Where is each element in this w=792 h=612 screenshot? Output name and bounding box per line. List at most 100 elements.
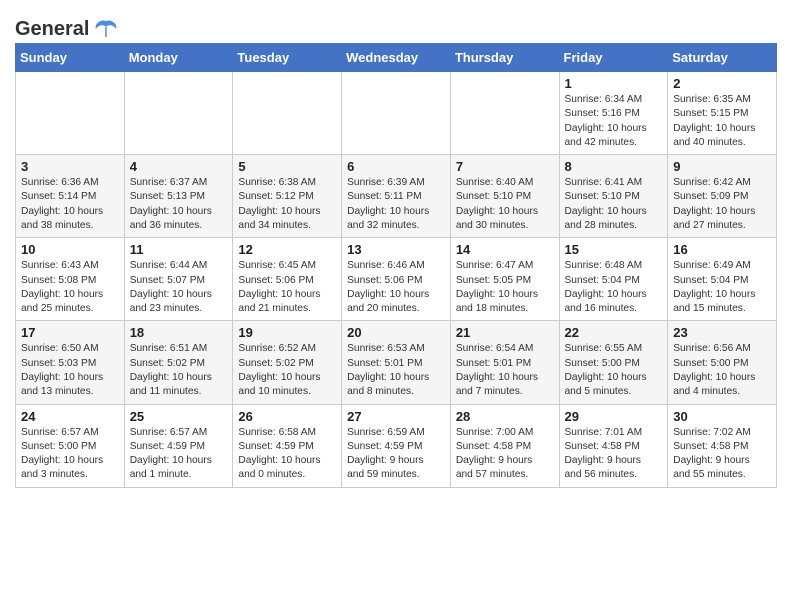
calendar-cell: 18 Sunrise: 6:51 AM Sunset: 5:02 PM Dayli…: [124, 321, 233, 404]
day-number: 16: [673, 242, 771, 257]
calendar-week-row: 24 Sunrise: 6:57 AM Sunset: 5:00 PM Dayli…: [16, 404, 777, 487]
calendar-cell: 24 Sunrise: 6:57 AM Sunset: 5:00 PM Dayli…: [16, 404, 125, 487]
day-number: 21: [456, 325, 554, 340]
calendar-cell: 3 Sunrise: 6:36 AM Sunset: 5:14 PM Daylig…: [16, 155, 125, 238]
calendar-body: 1 Sunrise: 6:34 AM Sunset: 5:16 PM Daylig…: [16, 72, 777, 488]
day-info: Sunrise: 6:42 AM Sunset: 5:09 PM Dayligh…: [673, 176, 771, 233]
day-info: Sunrise: 6:49 AM Sunset: 5:04 PM Dayligh…: [673, 259, 771, 316]
day-number: 4: [130, 159, 228, 174]
day-number: 11: [130, 242, 228, 257]
day-info: Sunrise: 6:55 AM Sunset: 5:00 PM Dayligh…: [565, 342, 663, 399]
day-number: 6: [347, 159, 445, 174]
day-number: 10: [21, 242, 119, 257]
day-number: 25: [130, 409, 228, 424]
logo-bird-icon: [92, 15, 120, 43]
day-number: 13: [347, 242, 445, 257]
weekday-header: Tuesday: [233, 44, 342, 72]
day-info: Sunrise: 6:39 AM Sunset: 5:11 PM Dayligh…: [347, 176, 445, 233]
calendar-cell: 1 Sunrise: 6:34 AM Sunset: 5:16 PM Daylig…: [559, 72, 668, 155]
calendar-cell: 8 Sunrise: 6:41 AM Sunset: 5:10 PM Daylig…: [559, 155, 668, 238]
day-number: 22: [565, 325, 663, 340]
day-info: Sunrise: 7:01 AM Sunset: 4:58 PM Dayligh…: [565, 426, 663, 483]
calendar-cell: [233, 72, 342, 155]
calendar-cell: 15Sunrise: 6:48 AM Sunset: 5:04 PM Dayli…: [559, 238, 668, 321]
calendar-cell: 26Sunrise: 6:58 AM Sunset: 4:59 PM Dayli…: [233, 404, 342, 487]
calendar-cell: 16 Sunrise: 6:49 AM Sunset: 5:04 PM Dayli…: [668, 238, 777, 321]
day-info: Sunrise: 6:37 AM Sunset: 5:13 PM Dayligh…: [130, 176, 228, 233]
calendar-header-row: SundayMondayTuesdayWednesdayThursdayFrid…: [16, 44, 777, 72]
calendar-cell: [124, 72, 233, 155]
calendar-cell: 30Sunrise: 7:02 AM Sunset: 4:58 PM Dayli…: [668, 404, 777, 487]
day-info: Sunrise: 6:53 AM Sunset: 5:01 PM Dayligh…: [347, 342, 445, 399]
calendar-cell: 13 Sunrise: 6:46 AM Sunset: 5:06 PM Dayli…: [342, 238, 451, 321]
day-number: 20: [347, 325, 445, 340]
day-info: Sunrise: 6:52 AM Sunset: 5:02 PM Dayligh…: [238, 342, 336, 399]
day-number: 7: [456, 159, 554, 174]
calendar-cell: 25Sunrise: 6:57 AM Sunset: 4:59 PM Dayli…: [124, 404, 233, 487]
weekday-header: Sunday: [16, 44, 125, 72]
day-info: Sunrise: 6:50 AM Sunset: 5:03 PM Dayligh…: [21, 342, 119, 399]
day-info: Sunrise: 6:59 AM Sunset: 4:59 PM Dayligh…: [347, 426, 445, 483]
calendar-cell: 14 Sunrise: 6:47 AM Sunset: 5:05 PM Dayli…: [450, 238, 559, 321]
calendar-cell: [450, 72, 559, 155]
calendar-cell: 6 Sunrise: 6:39 AM Sunset: 5:11 PM Daylig…: [342, 155, 451, 238]
day-info: Sunrise: 6:46 AM Sunset: 5:06 PM Dayligh…: [347, 259, 445, 316]
calendar-cell: 19 Sunrise: 6:52 AM Sunset: 5:02 PM Dayli…: [233, 321, 342, 404]
calendar-cell: 5 Sunrise: 6:38 AM Sunset: 5:12 PM Daylig…: [233, 155, 342, 238]
day-number: 30: [673, 409, 771, 424]
calendar-cell: 28 Sunrise: 7:00 AM Sunset: 4:58 PM Dayli…: [450, 404, 559, 487]
day-info: Sunrise: 6:43 AM Sunset: 5:08 PM Dayligh…: [21, 259, 119, 316]
day-number: 14: [456, 242, 554, 257]
calendar-week-row: 17Sunrise: 6:50 AM Sunset: 5:03 PM Dayli…: [16, 321, 777, 404]
day-info: Sunrise: 6:54 AM Sunset: 5:01 PM Dayligh…: [456, 342, 554, 399]
day-info: Sunrise: 6:47 AM Sunset: 5:05 PM Dayligh…: [456, 259, 554, 316]
day-number: 15: [565, 242, 663, 257]
logo-general: General: [15, 18, 89, 41]
calendar-cell: 10 Sunrise: 6:43 AM Sunset: 5:08 PM Dayli…: [16, 238, 125, 321]
day-number: 27: [347, 409, 445, 424]
day-info: Sunrise: 6:58 AM Sunset: 4:59 PM Dayligh…: [238, 426, 336, 483]
day-info: Sunrise: 6:38 AM Sunset: 5:12 PM Dayligh…: [238, 176, 336, 233]
calendar-cell: 7Sunrise: 6:40 AM Sunset: 5:10 PM Daylig…: [450, 155, 559, 238]
weekday-header: Friday: [559, 44, 668, 72]
weekday-header: Saturday: [668, 44, 777, 72]
day-info: Sunrise: 6:36 AM Sunset: 5:14 PM Dayligh…: [21, 176, 119, 233]
calendar-cell: 11 Sunrise: 6:44 AM Sunset: 5:07 PM Dayli…: [124, 238, 233, 321]
day-number: 29: [565, 409, 663, 424]
day-number: 2: [673, 76, 771, 91]
day-info: Sunrise: 6:35 AM Sunset: 5:15 PM Dayligh…: [673, 93, 771, 150]
calendar-cell: 4 Sunrise: 6:37 AM Sunset: 5:13 PM Daylig…: [124, 155, 233, 238]
day-number: 5: [238, 159, 336, 174]
calendar-week-row: 3 Sunrise: 6:36 AM Sunset: 5:14 PM Daylig…: [16, 155, 777, 238]
day-info: Sunrise: 6:57 AM Sunset: 5:00 PM Dayligh…: [21, 426, 119, 483]
day-info: Sunrise: 6:41 AM Sunset: 5:10 PM Dayligh…: [565, 176, 663, 233]
calendar-cell: 23Sunrise: 6:56 AM Sunset: 5:00 PM Dayli…: [668, 321, 777, 404]
day-info: Sunrise: 6:45 AM Sunset: 5:06 PM Dayligh…: [238, 259, 336, 316]
day-number: 8: [565, 159, 663, 174]
day-info: Sunrise: 6:51 AM Sunset: 5:02 PM Dayligh…: [130, 342, 228, 399]
calendar-cell: 12 Sunrise: 6:45 AM Sunset: 5:06 PM Dayli…: [233, 238, 342, 321]
day-number: 19: [238, 325, 336, 340]
day-number: 12: [238, 242, 336, 257]
day-info: Sunrise: 6:44 AM Sunset: 5:07 PM Dayligh…: [130, 259, 228, 316]
calendar-cell: 20 Sunrise: 6:53 AM Sunset: 5:01 PM Dayli…: [342, 321, 451, 404]
calendar-week-row: 1 Sunrise: 6:34 AM Sunset: 5:16 PM Daylig…: [16, 72, 777, 155]
day-number: 3: [21, 159, 119, 174]
calendar-cell: 17Sunrise: 6:50 AM Sunset: 5:03 PM Dayli…: [16, 321, 125, 404]
day-info: Sunrise: 6:34 AM Sunset: 5:16 PM Dayligh…: [565, 93, 663, 150]
day-number: 1: [565, 76, 663, 91]
page-header: General: [15, 10, 777, 39]
calendar-cell: 9Sunrise: 6:42 AM Sunset: 5:09 PM Daylig…: [668, 155, 777, 238]
logo: General: [15, 10, 120, 39]
calendar-cell: 21 Sunrise: 6:54 AM Sunset: 5:01 PM Dayli…: [450, 321, 559, 404]
weekday-header: Wednesday: [342, 44, 451, 72]
calendar-cell: [16, 72, 125, 155]
calendar-cell: 27 Sunrise: 6:59 AM Sunset: 4:59 PM Dayli…: [342, 404, 451, 487]
day-number: 24: [21, 409, 119, 424]
day-number: 18: [130, 325, 228, 340]
day-info: Sunrise: 7:00 AM Sunset: 4:58 PM Dayligh…: [456, 426, 554, 483]
day-number: 28: [456, 409, 554, 424]
calendar-cell: 2 Sunrise: 6:35 AM Sunset: 5:15 PM Daylig…: [668, 72, 777, 155]
calendar-week-row: 10 Sunrise: 6:43 AM Sunset: 5:08 PM Dayli…: [16, 238, 777, 321]
calendar-cell: [342, 72, 451, 155]
